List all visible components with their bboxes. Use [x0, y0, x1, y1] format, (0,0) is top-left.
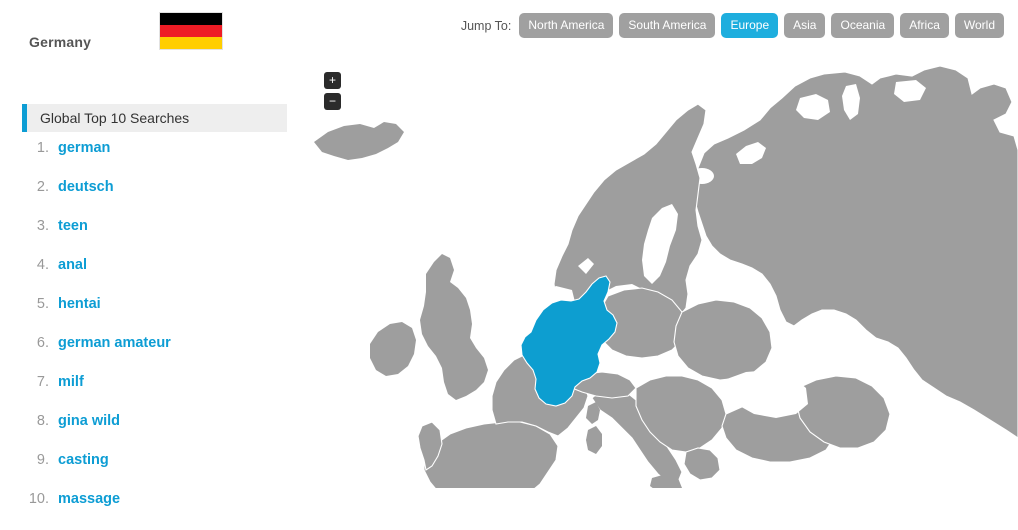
- jump-button-africa[interactable]: Africa: [900, 13, 949, 38]
- list-item: 5. hentai: [22, 296, 292, 335]
- list-item: 10. massage: [22, 491, 292, 530]
- jump-button-europe[interactable]: Europe: [721, 13, 779, 38]
- search-term-link[interactable]: massage: [58, 491, 120, 507]
- search-term-link[interactable]: anal: [58, 257, 87, 273]
- flag-band-gold: [160, 36, 222, 49]
- flag-band-red: [160, 24, 222, 37]
- list-item-rank: 2.: [36, 179, 49, 195]
- list-item: 2. deutsch: [22, 179, 292, 218]
- search-term-link[interactable]: german: [58, 140, 110, 156]
- list-item-rank: 8.: [36, 413, 49, 429]
- list-item: 6. german amateur: [22, 335, 292, 374]
- europe-map[interactable]: + −: [300, 58, 1018, 530]
- search-list-header: Global Top 10 Searches: [22, 104, 287, 132]
- list-item: 3. teen: [22, 218, 292, 257]
- search-list-title: Global Top 10 Searches: [40, 110, 190, 126]
- jump-button-south-america[interactable]: South America: [619, 13, 716, 38]
- page-root: Germany Global Top 10 Searches 1. german…: [0, 0, 1018, 530]
- map-region-sardinia[interactable]: [586, 426, 602, 454]
- search-term-link[interactable]: teen: [58, 218, 88, 234]
- jump-button-asia[interactable]: Asia: [784, 13, 826, 38]
- country-header: Germany: [0, 0, 300, 62]
- zoom-out-button[interactable]: −: [324, 93, 341, 110]
- search-term-link[interactable]: german amateur: [58, 335, 171, 351]
- country-flag-germany: [159, 12, 223, 50]
- map-mediterranean-sea: [300, 488, 1018, 530]
- search-term-link[interactable]: milf: [58, 374, 84, 390]
- jump-button-oceania[interactable]: Oceania: [831, 13, 895, 38]
- search-term-link[interactable]: deutsch: [58, 179, 114, 195]
- page-title: Germany: [29, 34, 92, 50]
- map-region-great-britain[interactable]: [420, 254, 488, 400]
- map-canvas[interactable]: [300, 58, 1018, 530]
- map-zoom-controls: + −: [324, 72, 341, 110]
- jump-to-nav: Jump To: North America South America Eur…: [461, 13, 1004, 38]
- zoom-in-button[interactable]: +: [324, 72, 341, 89]
- search-term-link[interactable]: casting: [58, 452, 109, 468]
- jump-to-label: Jump To:: [460, 18, 512, 33]
- list-item-rank: 10.: [28, 491, 49, 507]
- map-region-greece[interactable]: [683, 447, 721, 481]
- list-item: 4. anal: [22, 257, 292, 296]
- list-item-rank: 7.: [36, 374, 49, 390]
- map-region-ireland[interactable]: [370, 322, 416, 376]
- list-item-rank: 9.: [36, 452, 49, 468]
- list-item: 9. casting: [22, 452, 292, 491]
- list-item: 8. gina wild: [22, 413, 292, 452]
- list-item-rank: 1.: [36, 140, 49, 156]
- list-item-rank: 4.: [36, 257, 49, 273]
- search-term-link[interactable]: gina wild: [58, 413, 120, 429]
- map-region-iceland[interactable]: [314, 122, 404, 160]
- list-item-rank: 3.: [36, 218, 49, 234]
- flag-band-black: [160, 13, 222, 25]
- top-searches-list: 1. german 2. deutsch 3. teen 4. anal 5. …: [22, 140, 292, 530]
- list-item: 7. milf: [22, 374, 292, 413]
- list-item: 1. german: [22, 140, 292, 179]
- list-item-rank: 6.: [36, 335, 49, 351]
- search-term-link[interactable]: hentai: [58, 296, 101, 312]
- map-region-eastern-europe[interactable]: [673, 299, 773, 381]
- jump-button-north-america[interactable]: North America: [519, 13, 614, 38]
- list-item-rank: 5.: [36, 296, 49, 312]
- left-panel: Germany Global Top 10 Searches 1. german…: [0, 0, 300, 530]
- jump-button-world[interactable]: World: [954, 13, 1004, 38]
